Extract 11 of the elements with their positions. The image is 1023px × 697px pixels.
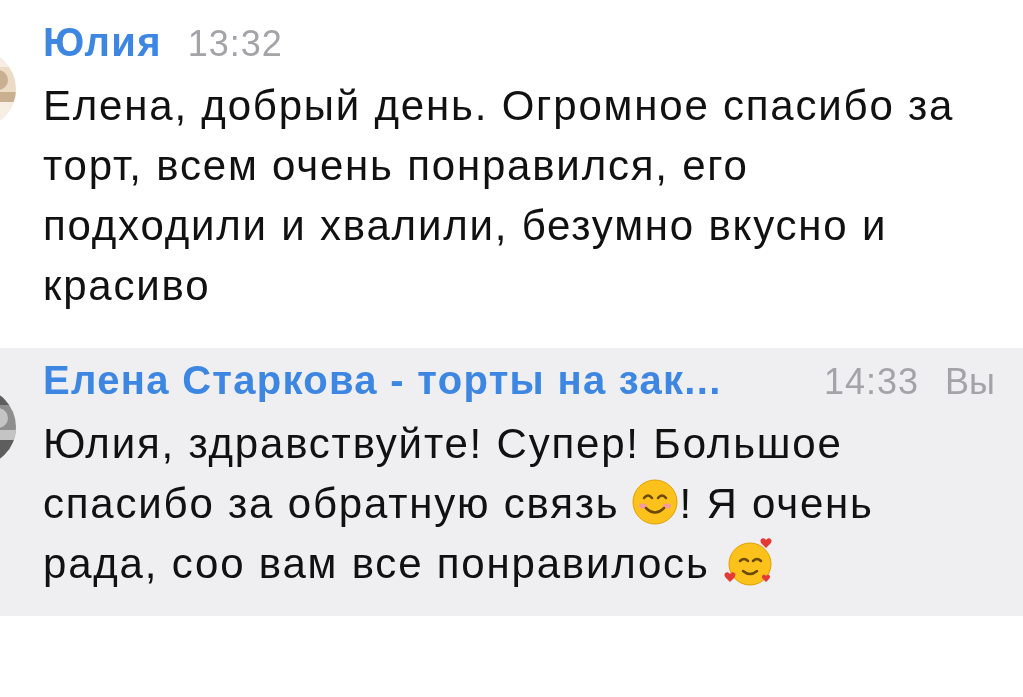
author-name[interactable]: Юлия	[43, 20, 162, 65]
message-text: рада, соо вам все понравилось	[43, 540, 710, 587]
smiling-face-icon	[631, 478, 680, 526]
message-time: 13:32	[187, 23, 283, 65]
message-text: спасибо за обратную связь	[43, 480, 620, 527]
message-text: Елена, добрый день. Огромное спасибо за торт, всем очень понравился, его подходили и хвалили, безумно вкусно и красиво	[43, 82, 955, 309]
sender-label: Вы	[945, 361, 995, 403]
message-text: Юлия, здравствуйте! Супер! Большое	[43, 420, 843, 467]
message-time: 14:33	[824, 361, 920, 403]
author-name[interactable]: Елена Старкова - торты на зак...	[43, 358, 722, 403]
message-text: ! Я очень	[679, 480, 874, 527]
